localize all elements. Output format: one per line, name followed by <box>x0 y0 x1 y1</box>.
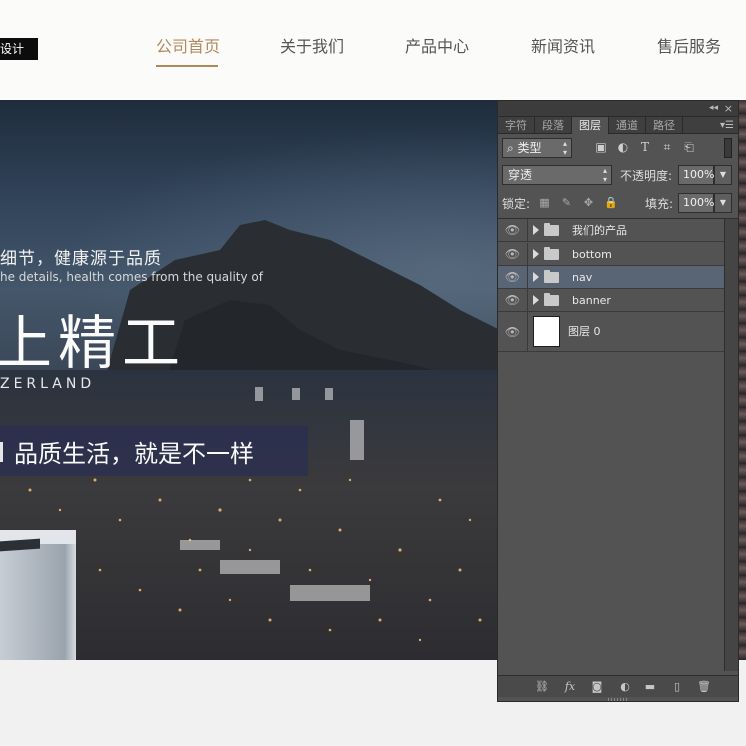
layer-group-bottom[interactable]: 👁 bottom <box>498 243 724 266</box>
tab-paragraph[interactable]: 段落 <box>535 117 572 134</box>
lock-position-icon[interactable]: ✥ <box>582 196 595 209</box>
expand-triangle-icon[interactable] <box>533 225 539 235</box>
slogan-bar <box>0 442 3 462</box>
select-arrows-icon: ▴ ▾ <box>602 166 607 184</box>
layer-group-banner[interactable]: 👁 banner <box>498 289 724 312</box>
nav-item-service[interactable]: 售后服务 <box>657 36 721 58</box>
lock-all-icon[interactable]: 🔒 <box>604 196 618 209</box>
visibility-eye-icon[interactable]: 👁 <box>498 219 528 241</box>
filter-kind-select[interactable]: ⌕ 类型 ▴ ▾ <box>502 138 572 158</box>
new-group-icon[interactable]: ▬ <box>642 679 658 695</box>
panel-tabs: 字符 段落 图层 通道 路径 ▾☰ <box>498 117 738 134</box>
folder-icon <box>544 223 559 236</box>
close-icon[interactable]: × <box>724 102 733 115</box>
expand-triangle-icon[interactable] <box>533 295 539 305</box>
expand-triangle-icon[interactable] <box>533 249 539 259</box>
search-icon: ⌕ <box>507 141 518 155</box>
nav-item-about[interactable]: 关于我们 <box>280 36 344 58</box>
panel-menu-icon[interactable]: ▾☰ <box>720 120 734 131</box>
folder-icon <box>544 247 559 260</box>
trash-icon[interactable]: 🗑 <box>696 679 712 695</box>
lock-row: 锁定: ▦ ✎ ✥ 🔒 填充: 100% ▼ <box>502 193 734 213</box>
banner-tagline-english: he details, health comes from the qualit… <box>0 270 263 284</box>
resize-grip[interactable] <box>608 698 628 701</box>
site-nav: 公司首页 关于我们 产品中心 新闻资讯 售后服务 <box>0 36 746 76</box>
layer-thumbnail <box>533 316 560 347</box>
layer-0[interactable]: 👁 图层 0 <box>498 312 724 352</box>
nav-item-products[interactable]: 产品中心 <box>405 36 469 58</box>
layers-panel: ◂◂ × 字符 段落 图层 通道 路径 ▾☰ ⌕ 类型 ▴ ▾ ▣ ◐ T ⌗ ⎗… <box>497 100 739 702</box>
layers-scrollbar[interactable] <box>724 219 738 671</box>
opacity-dropdown[interactable]: ▼ <box>714 165 732 185</box>
nav-active-underline <box>156 65 218 67</box>
nav-item-home[interactable]: 公司首页 <box>156 36 220 58</box>
fill-input[interactable]: 100% <box>678 193 714 213</box>
layer-name: 我们的产品 <box>572 224 627 237</box>
slogan-text: 品质生活，就是不一样 <box>14 440 254 468</box>
tab-paths[interactable]: 路径 <box>646 117 683 134</box>
filter-kind-label: 类型 <box>517 141 542 155</box>
shape-filter-icon[interactable]: ⌗ <box>660 140 674 154</box>
layers-list: 👁 我们的产品 👁 bottom 👁 nav 👁 banner 👁 图层 0 <box>498 219 724 671</box>
folder-icon <box>544 270 559 283</box>
layer-group-nav[interactable]: 👁 nav <box>498 266 724 289</box>
layer-name: banner <box>572 294 611 307</box>
image-filter-icon[interactable]: ▣ <box>594 140 608 154</box>
banner-title: 上精工 <box>0 309 187 377</box>
layer-name: 图层 0 <box>568 325 601 338</box>
opacity-label: 不透明度: <box>620 169 673 183</box>
adjustment-layer-icon[interactable]: ◐ <box>617 679 633 695</box>
lock-label: 锁定: <box>502 197 531 211</box>
layer-group-products[interactable]: 👁 我们的产品 <box>498 219 724 242</box>
layer-name: nav <box>572 271 593 284</box>
tab-layers[interactable]: 图层 <box>572 117 609 134</box>
fill-dropdown[interactable]: ▼ <box>714 193 732 213</box>
blend-mode-value: 穿透 <box>508 168 533 182</box>
site-header: 设计 公司首页 关于我们 产品中心 新闻资讯 售后服务 <box>0 0 746 100</box>
fill-label: 填充: <box>645 197 674 211</box>
lock-transparent-pixels-icon[interactable]: ▦ <box>538 196 551 209</box>
nav-item-news[interactable]: 新闻资讯 <box>531 36 595 58</box>
layer-filter-row: ⌕ 类型 ▴ ▾ ▣ ◐ T ⌗ ⎗ <box>502 138 734 158</box>
visibility-eye-icon[interactable]: 👁 <box>498 243 528 265</box>
blend-row: 穿透 ▴ ▾ 不透明度: 100% ▼ <box>502 165 734 185</box>
link-layers-icon[interactable]: ⛓ <box>534 679 550 695</box>
tab-channels[interactable]: 通道 <box>609 117 646 134</box>
select-arrows-icon: ▴ ▾ <box>562 139 567 157</box>
folder-icon <box>544 293 559 306</box>
smart-object-filter-icon[interactable]: ⎗ <box>682 140 696 154</box>
visibility-eye-icon[interactable]: 👁 <box>498 289 528 311</box>
fx-icon[interactable]: fx <box>562 679 578 695</box>
visibility-eye-icon[interactable]: 👁 <box>498 266 528 288</box>
visibility-eye-icon[interactable]: 👁 <box>498 312 528 351</box>
panel-titlebar[interactable]: ◂◂ × <box>498 101 738 117</box>
lock-image-pixels-icon[interactable]: ✎ <box>560 196 573 209</box>
tab-character[interactable]: 字符 <box>498 117 535 134</box>
filter-toggle[interactable] <box>724 138 732 158</box>
blend-mode-select[interactable]: 穿透 ▴ ▾ <box>502 165 612 185</box>
layer-name: bottom <box>572 248 612 261</box>
opacity-input[interactable]: 100% <box>678 165 714 185</box>
adjustment-filter-icon[interactable]: ◐ <box>616 140 630 154</box>
type-filter-icon[interactable]: T <box>638 140 652 154</box>
collapse-icon[interactable]: ◂◂ <box>709 103 718 113</box>
expand-triangle-icon[interactable] <box>533 272 539 282</box>
new-layer-icon[interactable]: ▯ <box>669 679 685 695</box>
banner-brand-english: ZERLAND <box>0 376 96 392</box>
panel-bottom-toolbar: ⛓ fx ◙ ◐ ▬ ▯ 🗑 <box>498 675 738 697</box>
add-mask-icon[interactable]: ◙ <box>589 679 605 695</box>
banner-tagline: 细节，健康源于品质 <box>0 249 162 269</box>
background-edge-strip <box>738 100 746 660</box>
